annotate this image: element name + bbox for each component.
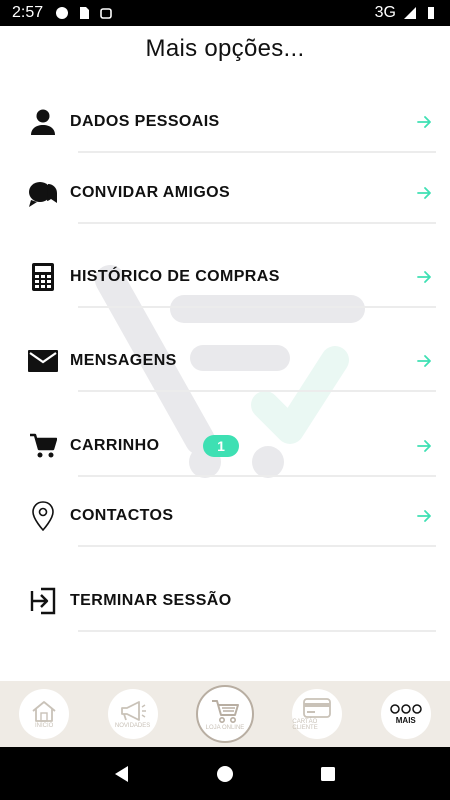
menu-label: TERMINAR SESSÃO [70,592,232,609]
arrow-right-icon [417,510,431,522]
divider [78,390,436,392]
notification-icon [56,7,69,19]
arrow-right-icon [417,440,431,452]
arrow-right-icon [417,116,431,128]
menu-label: CONTACTOS [70,507,174,524]
card-icon [303,697,332,718]
divider [78,475,436,477]
sd-card-icon [80,7,90,19]
bottom-nav: INÍCIO NOVIDADES LOJA ONLINE CARTÃO CLIE… [0,681,450,747]
logout-icon [27,585,59,617]
menu-label: HISTÓRICO DE COMPRAS [70,268,280,285]
nav-label: CARTÃO CLIENTE [292,718,318,731]
cart-count-badge: 1 [203,435,239,457]
menu-label: DADOS PESSOAIS [70,113,220,130]
page-title: Mais opções... [145,35,305,62]
status-time: 2:57 [12,4,44,21]
menu-label: MENSAGENS [70,352,177,369]
menu-item-dados-pessoais[interactable]: DADOS PESSOAIS [0,97,450,147]
menu-label: CARRINHO [70,437,160,454]
calculator-icon [27,261,59,293]
divider [78,306,436,308]
cart-icon [27,430,59,462]
nav-tab-loja-online[interactable]: LOJA ONLINE [195,685,254,743]
menu-item-contactos[interactable]: CONTACTOS [0,491,450,541]
more-circles-icon [390,704,422,714]
menu-item-historico-de-compras[interactable]: HISTÓRICO DE COMPRAS [0,252,450,302]
person-icon [27,106,59,138]
megaphone-icon [120,700,146,721]
menu-item-terminar-sessao[interactable]: TERMINAR SESSÃO [0,576,450,626]
arrow-right-icon [417,187,431,199]
cart-icon [211,699,239,723]
nav-label: NOVIDADES [114,722,151,729]
nav-tab-novidades[interactable]: NOVIDADES [107,689,158,739]
divider [78,151,436,153]
home-circle-icon[interactable] [216,765,234,783]
nav-label: INÍCIO [35,722,54,729]
nav-label: MAIS [395,716,416,725]
envelope-icon [27,345,59,377]
status-bar: 2:57 3G [0,0,450,26]
battery-icon [428,7,434,19]
divider [78,222,436,224]
menu-item-mensagens[interactable]: MENSAGENS [0,336,450,386]
recents-icon[interactable] [319,765,337,783]
menu-label: CONVIDAR AMIGOS [70,184,231,201]
map-pin-icon [27,500,59,532]
android-icon [100,8,112,19]
nav-tab-mais[interactable]: MAIS [380,689,431,739]
arrow-right-icon [417,271,431,283]
divider [78,630,436,632]
arrow-right-icon [417,355,431,367]
divider [78,545,436,547]
nav-tab-cartao-cliente[interactable]: CARTÃO CLIENTE [292,689,343,739]
nav-label: LOJA ONLINE [205,724,245,731]
menu-item-convidar-amigos[interactable]: CONVIDAR AMIGOS [0,168,450,218]
network-type: 3G [374,4,396,21]
signal-icon [404,7,416,19]
android-nav-bar [0,747,450,800]
back-icon[interactable] [113,765,131,783]
nav-tab-inicio[interactable]: INÍCIO [19,689,70,739]
home-icon [32,700,56,722]
chat-bubbles-icon [27,177,59,209]
